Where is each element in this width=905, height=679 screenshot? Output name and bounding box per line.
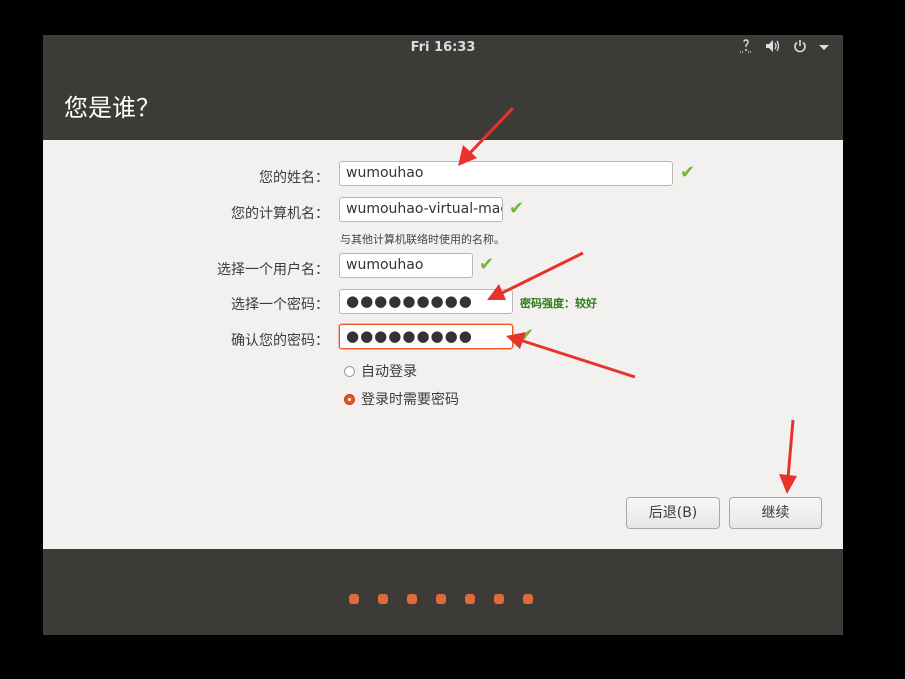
password-label: 选择一个密码： <box>231 297 329 313</box>
installer-window: Fri 16:33 您是谁？ 您的姓名： wumouhao ✔ 您的计算机名： … <box>43 35 843 635</box>
password-strength-text: 密码强度：较好 <box>520 297 597 310</box>
progress-dot <box>436 594 446 604</box>
username-label: 选择一个用户名： <box>217 262 329 278</box>
username-check-icon: ✔ <box>479 254 495 275</box>
power-icon[interactable] <box>793 39 807 57</box>
progress-dot <box>465 594 475 604</box>
system-tray[interactable] <box>739 38 829 58</box>
chevron-down-icon[interactable] <box>819 41 829 56</box>
progress-indicator <box>349 594 533 604</box>
back-button[interactable]: 后退(B) <box>626 497 720 529</box>
progress-dot <box>378 594 388 604</box>
name-input[interactable]: wumouhao <box>339 161 673 186</box>
require-password-option[interactable]: 登录时需要密码 <box>344 389 459 409</box>
password-input[interactable]: ●●●●●●●●● <box>339 289 513 314</box>
clock[interactable]: Fri 16:33 <box>43 40 843 55</box>
auto-login-label: 自动登录 <box>361 364 417 380</box>
continue-button[interactable]: 继续 <box>729 497 822 529</box>
accessibility-icon[interactable] <box>739 39 753 57</box>
volume-icon[interactable] <box>765 39 781 57</box>
require-password-label: 登录时需要密码 <box>361 392 459 408</box>
require-password-radio[interactable] <box>344 393 355 405</box>
computer-name-label: 您的计算机名： <box>231 206 329 222</box>
auto-login-radio[interactable] <box>344 365 355 377</box>
computer-name-input[interactable]: wumouhao-virtual-mac <box>339 197 503 222</box>
progress-dot <box>407 594 417 604</box>
computer-name-hint: 与其他计算机联络时使用的名称。 <box>340 233 505 246</box>
page-header: 您是谁？ <box>43 62 843 140</box>
computer-name-check-icon: ✔ <box>509 198 525 219</box>
form-panel: 您的姓名： wumouhao ✔ 您的计算机名： wumouhao-virtua… <box>43 140 843 549</box>
name-label: 您的姓名： <box>259 170 329 186</box>
progress-dot <box>523 594 533 604</box>
top-bar: Fri 16:33 <box>43 35 843 62</box>
confirm-password-input[interactable]: ●●●●●●●●● <box>339 324 513 349</box>
progress-dot <box>494 594 504 604</box>
auto-login-option[interactable]: 自动登录 <box>344 361 417 381</box>
name-check-icon: ✔ <box>680 162 696 183</box>
confirm-password-check-icon: ✔ <box>519 325 535 346</box>
footer-bar <box>43 549 843 635</box>
confirm-password-label: 确认您的密码： <box>231 333 329 349</box>
page-title: 您是谁？ <box>64 94 160 122</box>
progress-dot <box>349 594 359 604</box>
username-input[interactable]: wumouhao <box>339 253 473 278</box>
